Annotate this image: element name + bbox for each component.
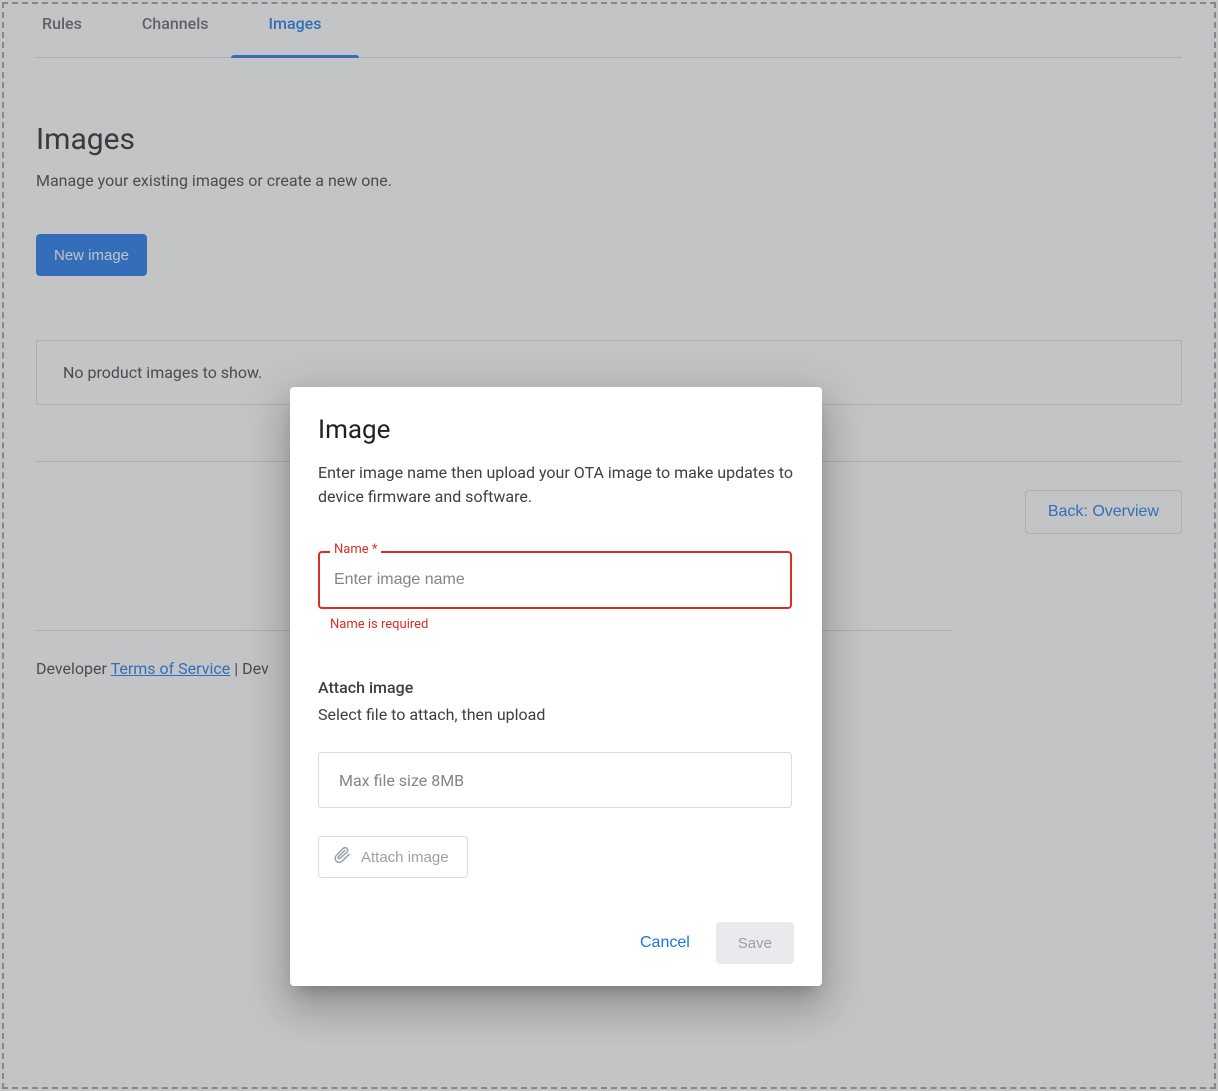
attach-image-button[interactable]: Attach image xyxy=(318,836,468,878)
cancel-button[interactable]: Cancel xyxy=(636,926,694,960)
name-input[interactable] xyxy=(318,551,792,609)
dialog-description: Enter image name then upload your OTA im… xyxy=(318,461,794,509)
file-display[interactable]: Max file size 8MB xyxy=(318,752,792,808)
save-button[interactable]: Save xyxy=(716,922,794,964)
attach-section-sub: Select file to attach, then upload xyxy=(318,705,794,724)
file-placeholder: Max file size 8MB xyxy=(339,771,464,790)
attach-image-button-label: Attach image xyxy=(361,849,449,866)
name-label: Name * xyxy=(330,542,381,557)
image-dialog: Image Enter image name then upload your … xyxy=(290,387,822,986)
name-error: Name is required xyxy=(330,617,794,632)
dialog-title: Image xyxy=(318,415,794,445)
attach-section-title: Attach image xyxy=(318,678,794,697)
paperclip-icon xyxy=(333,846,351,868)
